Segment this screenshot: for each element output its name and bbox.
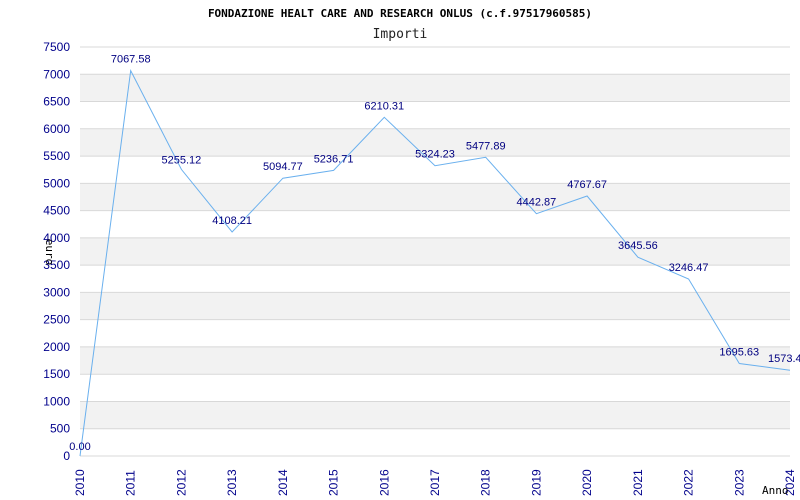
y-tick-label: 7500 [43,40,70,54]
data-label: 5236.71 [314,153,354,165]
data-label: 4767.67 [567,179,607,191]
grid-band [80,346,790,375]
chart-title: FONDAZIONE HEALT CARE AND RESEARCH ONLUS… [208,7,592,20]
data-label: 3246.47 [669,262,709,274]
x-tick-label: 2022 [682,469,696,496]
data-label: 3645.56 [618,240,658,252]
data-label: 4108.21 [212,215,252,227]
x-tick-label: 2010 [73,469,87,496]
y-tick-label: 2500 [43,313,70,327]
data-label: 5255.12 [162,154,202,166]
data-label: 1695.63 [719,347,759,359]
y-tick-label: 2000 [43,340,70,354]
x-tick-label: 2012 [174,469,188,496]
y-axis-label: euro [43,239,56,266]
y-tick-label: 500 [50,422,70,436]
y-tick-label: 1000 [43,394,70,408]
x-tick-labels: 2010 2011 2012 2013 2014 2015 2016 2017 2018 2019… [73,469,797,496]
x-tick-label: 2014 [276,469,290,496]
x-tick-label: 2013 [225,469,239,496]
grid-band [80,183,790,211]
grid-bands [80,74,790,429]
y-tick-label: 5500 [43,149,70,163]
x-axis-label: Anno [762,484,789,497]
x-tick-label: 2021 [631,469,645,496]
data-label: 7067.58 [111,54,151,66]
y-tick-label: 7000 [43,67,70,81]
data-label: 1573.4 [768,353,800,365]
x-tick-label: 2011 [124,470,138,496]
grid-band [80,74,790,102]
x-tick-label: 2023 [732,469,746,496]
data-label: 5477.89 [466,140,506,152]
data-label: 6210.31 [364,100,404,112]
y-tick-label: 4500 [43,204,70,218]
x-tick-label: 2019 [529,469,543,496]
chart-subtitle: Importi [373,27,428,42]
data-label: 5094.77 [263,161,303,173]
x-tick-label: 2018 [479,469,493,496]
data-label: 4442.87 [517,197,557,209]
x-tick-label: 2020 [580,469,594,496]
grid-band [80,401,790,429]
y-tick-label: 1500 [43,367,70,381]
y-tick-label: 3000 [43,285,70,299]
grid-band [80,292,790,320]
data-label: 0.00 [69,441,90,453]
y-tick-label: 6500 [43,95,70,109]
chart: FONDAZIONE HEALT CARE AND RESEARCH ONLUS… [43,7,800,497]
data-label: 5324.23 [415,149,455,161]
x-tick-label: 2015 [327,469,341,496]
y-tick-label: 5000 [43,176,70,190]
y-tick-label: 6000 [43,122,70,136]
x-tick-label: 2016 [377,469,391,496]
x-tick-label: 2017 [428,469,442,496]
